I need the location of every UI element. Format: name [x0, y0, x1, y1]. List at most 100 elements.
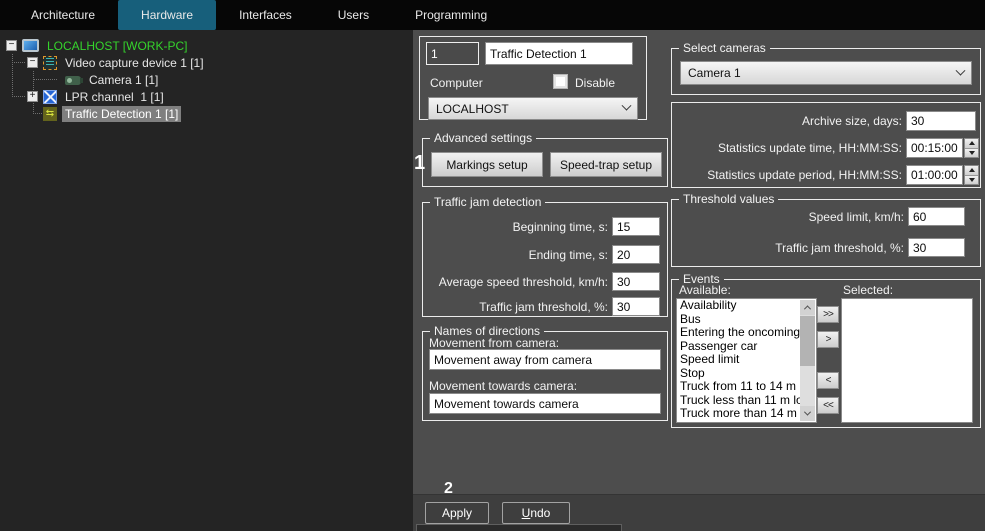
- tab-architecture[interactable]: Architecture: [8, 0, 118, 30]
- select-cameras-group: Select cameras Camera 1: [671, 48, 981, 95]
- traffic-jam-threshold-label: Traffic jam threshold, %:: [680, 241, 904, 255]
- move-right-button[interactable]: >: [817, 331, 839, 348]
- spinner-up-button[interactable]: [965, 139, 978, 148]
- scroll-down-button[interactable]: [800, 406, 815, 421]
- computer-select-value: LOCALHOST: [436, 102, 509, 116]
- scroll-up-button[interactable]: [800, 300, 815, 315]
- annotation-step-2: 2: [444, 480, 453, 498]
- stats-update-time-field[interactable]: [906, 138, 963, 158]
- threshold-values-group: Threshold values Speed limit, km/h: Traf…: [671, 199, 981, 267]
- identity-group: Computer Disable LOCALHOST: [419, 36, 647, 120]
- traffic-jam-threshold-field[interactable]: [908, 238, 965, 257]
- selected-label: Selected:: [843, 283, 893, 297]
- tree-item-video-capture-device[interactable]: − Video capture device 1 [1]: [0, 54, 413, 71]
- lpr-channel-icon: [43, 90, 57, 104]
- tab-hardware[interactable]: Hardware: [118, 0, 216, 30]
- app-window: Architecture Hardware Interfaces Users P…: [0, 0, 985, 531]
- camera-select-value: Camera 1: [688, 66, 741, 80]
- avg-speed-threshold-field[interactable]: [612, 272, 660, 291]
- scrollbar-thumb[interactable]: [800, 316, 815, 366]
- group-title: Select cameras: [679, 41, 770, 56]
- object-name-field[interactable]: [485, 42, 633, 65]
- speed-trap-setup-button[interactable]: Speed-trap setup: [550, 152, 662, 177]
- events-group: Events Available: Selected: Availability…: [671, 279, 981, 428]
- movement-from-field[interactable]: [429, 349, 661, 370]
- jam-threshold-field[interactable]: [612, 297, 660, 316]
- stats-update-period-field[interactable]: [906, 165, 963, 185]
- tree-item-traffic-detection[interactable]: ⇆ Traffic Detection 1 [1]: [0, 105, 413, 122]
- collapse-expander-icon[interactable]: −: [6, 40, 17, 51]
- move-all-right-button[interactable]: >>: [817, 306, 839, 323]
- stats-update-time-spinner: [964, 138, 979, 158]
- undo-button[interactable]: Undo: [502, 502, 570, 524]
- camera-select[interactable]: Camera 1: [680, 61, 972, 85]
- list-item[interactable]: Passenger car: [677, 340, 800, 354]
- camera-icon: [65, 76, 81, 85]
- disable-checkbox[interactable]: [553, 74, 568, 89]
- movement-towards-label: Movement towards camera:: [429, 379, 577, 393]
- movement-from-label: Movement from camera:: [429, 336, 559, 350]
- down-arrow-icon: [969, 151, 975, 155]
- tab-users[interactable]: Users: [315, 0, 392, 30]
- archive-size-label: Archive size, days:: [680, 114, 902, 128]
- tree-item-lpr-channel[interactable]: + LPR channel 1 [1]: [0, 88, 413, 105]
- available-events-list: Availability Bus Entering the oncoming l…: [676, 298, 817, 423]
- list-item[interactable]: Bus: [677, 313, 800, 327]
- move-all-left-button[interactable]: <<: [817, 397, 839, 414]
- list-item[interactable]: Availability: [677, 299, 800, 313]
- ending-time-field[interactable]: [612, 245, 660, 264]
- tree-item-camera[interactable]: Camera 1 [1]: [0, 71, 413, 88]
- traffic-jam-group: Traffic jam detection Beginning time, s:…: [422, 202, 668, 317]
- disable-label: Disable: [575, 76, 615, 90]
- list-item[interactable]: Speed limit: [677, 353, 800, 367]
- beginning-time-label: Beginning time, s:: [429, 220, 608, 234]
- selected-events-list[interactable]: [841, 298, 973, 423]
- tree-item-label: LOCALHOST [WORK-PC]: [44, 38, 190, 54]
- list-item[interactable]: Truck less than 11 m long: [677, 394, 800, 408]
- down-arrow-icon: [804, 409, 811, 416]
- beginning-time-field[interactable]: [612, 217, 660, 236]
- top-nav: Architecture Hardware Interfaces Users P…: [0, 0, 985, 30]
- list-item[interactable]: Entering the oncoming lane: [677, 326, 800, 340]
- directions-group: Names of directions Movement from camera…: [422, 331, 668, 421]
- tree-item-label: Video capture device 1 [1]: [62, 55, 207, 71]
- speed-limit-label: Speed limit, km/h:: [680, 210, 904, 224]
- undo-label-rest: ndo: [530, 506, 550, 520]
- list-item[interactable]: Stop: [677, 367, 800, 381]
- stats-update-period-spinner: [964, 165, 979, 185]
- apply-button[interactable]: Apply: [425, 502, 489, 524]
- archive-group: Archive size, days: Statistics update ti…: [671, 102, 981, 188]
- advanced-settings-group: Advanced settings Markings setup Speed-t…: [422, 138, 668, 187]
- movement-towards-field[interactable]: [429, 393, 661, 414]
- jam-threshold-label: Traffic jam threshold, %:: [429, 300, 608, 314]
- expand-expander-icon[interactable]: +: [27, 91, 38, 102]
- computer-select[interactable]: LOCALHOST: [428, 97, 638, 120]
- clipped-bottom-panel: [416, 524, 622, 531]
- tab-interfaces[interactable]: Interfaces: [216, 0, 315, 30]
- computer-label: Computer: [430, 76, 483, 90]
- list-item[interactable]: Truck more than 14 m long: [677, 407, 800, 421]
- move-left-button[interactable]: <: [817, 372, 839, 389]
- spinner-up-button[interactable]: [965, 166, 978, 175]
- spinner-down-button[interactable]: [965, 176, 978, 185]
- ending-time-label: Ending time, s:: [429, 248, 608, 262]
- annotation-step-1: 1: [414, 152, 425, 175]
- up-arrow-icon: [969, 141, 975, 145]
- available-label: Available:: [679, 283, 731, 297]
- speed-limit-field[interactable]: [908, 207, 965, 226]
- tree-item-localhost[interactable]: − LOCALHOST [WORK-PC]: [0, 37, 413, 54]
- markings-setup-button[interactable]: Markings setup: [431, 152, 543, 177]
- spinner-down-button[interactable]: [965, 149, 978, 158]
- archive-size-field[interactable]: [906, 111, 976, 131]
- scrollbar[interactable]: [800, 300, 815, 421]
- chevron-down-icon: [622, 101, 632, 111]
- object-id-field[interactable]: [426, 42, 479, 65]
- up-arrow-icon: [804, 305, 811, 312]
- tree-item-label: Camera 1 [1]: [86, 72, 161, 88]
- group-title: Traffic jam detection: [430, 195, 545, 210]
- tree-item-label: LPR channel 1 [1]: [62, 89, 167, 105]
- tab-programming[interactable]: Programming: [392, 0, 510, 30]
- list-item[interactable]: Truck from 11 to 14 m long: [677, 380, 800, 394]
- collapse-expander-icon[interactable]: −: [27, 57, 38, 68]
- object-tree: − LOCALHOST [WORK-PC] − Video capture de…: [0, 30, 413, 531]
